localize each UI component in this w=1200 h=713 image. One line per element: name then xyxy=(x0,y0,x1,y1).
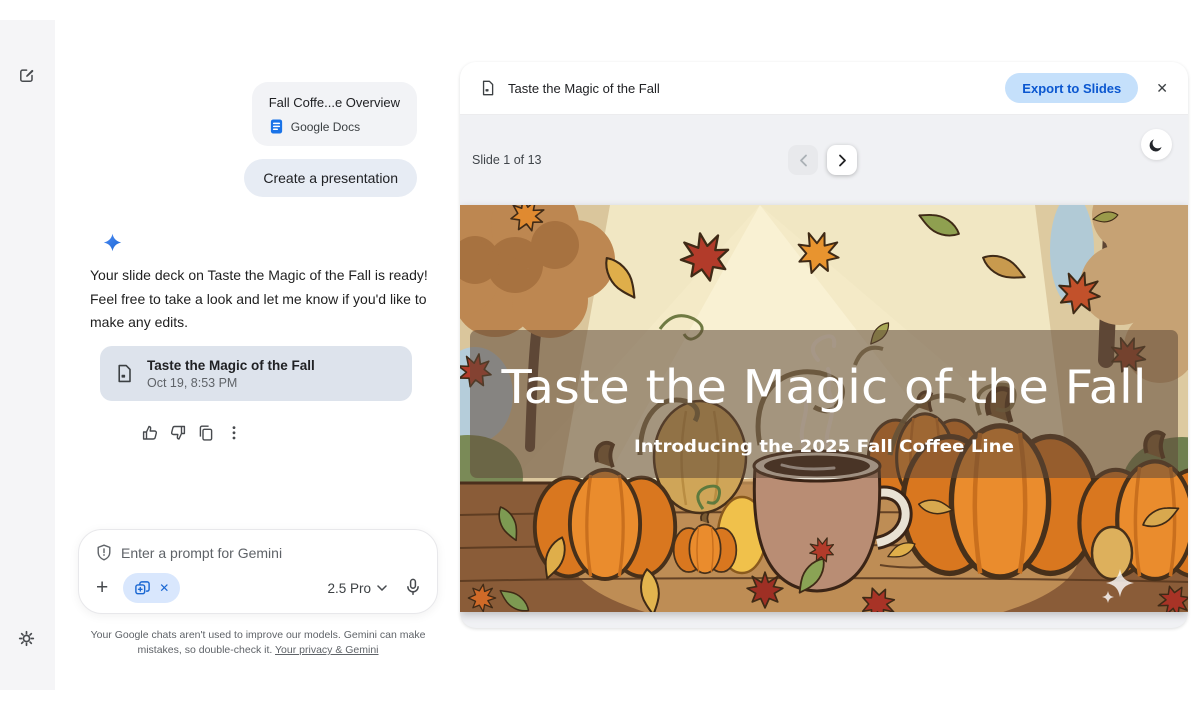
more-options-button[interactable] xyxy=(224,424,244,444)
thumbs-up-button[interactable] xyxy=(140,424,160,444)
gear-icon xyxy=(18,630,35,647)
presentation-file-card[interactable]: Taste the Magic of the Fall Oct 19, 8:53… xyxy=(100,346,412,401)
slide-title: Taste the Magic of the Fall xyxy=(500,360,1146,414)
thumbs-up-icon xyxy=(141,424,159,442)
response-actions xyxy=(140,424,244,444)
user-messages: Fall Coffe...e Overview Google Docs Crea… xyxy=(90,82,417,197)
moon-icon xyxy=(1148,136,1165,153)
more-vert-icon xyxy=(225,424,243,442)
user-doc-attachment-bubble[interactable]: Fall Coffe...e Overview Google Docs xyxy=(252,82,417,146)
model-selector-label: 2.5 Pro xyxy=(327,581,371,596)
preview-title: Taste the Magic of the Fall xyxy=(508,81,660,96)
preview-header: Taste the Magic of the Fall Export to Sl… xyxy=(460,62,1188,115)
attachment-source: Google Docs xyxy=(291,120,360,134)
context-chip[interactable]: ✕ xyxy=(123,573,180,603)
close-button[interactable]: ✕ xyxy=(1150,74,1174,103)
compose-icon xyxy=(18,66,36,84)
privacy-link[interactable]: Your privacy & Gemini xyxy=(275,644,379,656)
attachment-title: Fall Coffe...e Overview xyxy=(269,95,400,110)
document-icon xyxy=(480,80,496,96)
model-response-text: Your slide deck on Taste the Magic of th… xyxy=(90,264,428,335)
file-card-title: Taste the Magic of the Fall xyxy=(147,358,315,373)
app-root: Fall Coffe...e Overview Google Docs Crea… xyxy=(0,0,1200,713)
chevron-down-icon xyxy=(377,585,387,591)
copy-button[interactable] xyxy=(196,424,216,444)
screen-context-icon xyxy=(134,580,151,597)
file-card-timestamp: Oct 19, 8:53 PM xyxy=(147,376,315,390)
sidebar xyxy=(0,20,55,690)
google-docs-icon xyxy=(269,119,284,134)
chevron-right-icon xyxy=(838,154,847,167)
model-selector[interactable]: 2.5 Pro xyxy=(327,581,387,596)
thumbs-down-icon xyxy=(169,424,187,442)
mic-icon xyxy=(404,578,422,596)
slide-counter: Slide 1 of 13 xyxy=(472,153,542,167)
disclaimer-text: Your Google chats aren't used to improve… xyxy=(72,628,444,658)
user-prompt-bubble: Create a presentation xyxy=(244,159,417,197)
slide-subtitle: Introducing the 2025 Fall Coffee Line xyxy=(634,437,1014,457)
mic-button[interactable] xyxy=(404,578,422,599)
prompt-input-container: + ✕ 2.5 Pro xyxy=(78,529,438,614)
gemini-sparkle-icon xyxy=(103,233,122,257)
previous-slide-button[interactable] xyxy=(788,145,818,175)
thumbs-down-button[interactable] xyxy=(168,424,188,444)
slide-preview: Taste the Magic of the Fall Introducing … xyxy=(460,205,1188,612)
settings-button[interactable] xyxy=(18,630,35,650)
export-to-slides-button[interactable]: Export to Slides xyxy=(1005,73,1138,103)
prompt-input[interactable] xyxy=(121,545,419,561)
next-slide-button[interactable] xyxy=(827,145,857,175)
dark-mode-toggle[interactable] xyxy=(1141,129,1172,160)
slides-preview-panel: Taste the Magic of the Fall Export to Sl… xyxy=(460,62,1188,628)
shield-icon xyxy=(96,544,112,561)
chevron-left-icon xyxy=(799,154,808,167)
chip-close-icon[interactable]: ✕ xyxy=(159,581,169,595)
copy-icon xyxy=(197,424,215,442)
document-icon xyxy=(115,364,134,383)
new-chat-button[interactable] xyxy=(18,66,36,87)
add-attachment-button[interactable]: + xyxy=(96,578,108,598)
chat-column: Fall Coffe...e Overview Google Docs Crea… xyxy=(55,20,460,690)
